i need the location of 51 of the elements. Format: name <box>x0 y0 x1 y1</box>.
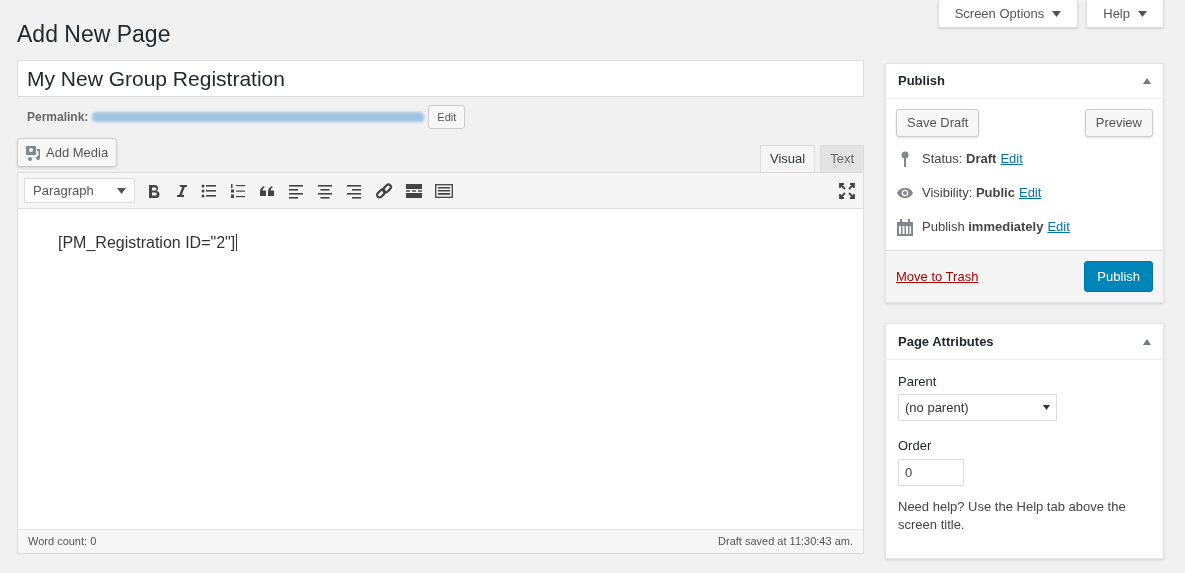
read-more-icon[interactable] <box>406 183 422 198</box>
edit-permalink-button[interactable]: Edit <box>428 105 466 129</box>
meta-text: Publish immediately <box>922 218 1044 237</box>
publish-button[interactable]: Publish <box>1084 261 1153 292</box>
word-count: Word count: 0 <box>28 534 97 550</box>
caret-icon <box>1138 10 1147 17</box>
editor-tab[interactable]: Visual <box>759 145 816 173</box>
help-tab[interactable]: Help <box>1086 0 1164 28</box>
panel-title: Page Attributes <box>898 332 994 351</box>
media-icon <box>26 144 42 161</box>
shortcode-text[interactable]: [PM_Registration ID="2"] <box>58 234 238 251</box>
caret-icon <box>1043 405 1050 410</box>
edit-link[interactable]: Edit <box>1000 149 1023 169</box>
autosave-status: Draft saved at 11:30:43 am. <box>718 534 853 550</box>
move-to-trash-link[interactable]: Move to Trash <box>896 266 979 287</box>
save-draft-button[interactable]: Save Draft <box>896 109 980 137</box>
caret-icon <box>1052 10 1062 17</box>
title-field[interactable]: My New Group Registration <box>17 60 864 97</box>
collapse-icon[interactable] <box>1143 78 1151 84</box>
page-heading: Add New Page <box>17 20 171 48</box>
link-icon[interactable] <box>375 181 393 200</box>
fullscreen-icon[interactable] <box>839 182 855 199</box>
screen-options-tab[interactable]: Screen Options <box>937 0 1079 28</box>
align-center-icon[interactable] <box>317 182 333 199</box>
toolbar-toggle-icon[interactable] <box>435 183 453 198</box>
format-select[interactable]: Paragraph <box>24 178 135 203</box>
collapse-icon[interactable] <box>1143 338 1151 345</box>
calendar-icon <box>897 218 913 236</box>
align-left-icon[interactable] <box>288 182 304 199</box>
italic-icon[interactable] <box>174 182 188 199</box>
parent-select[interactable]: (no parent) <box>898 394 1057 421</box>
edit-link[interactable]: Edit <box>1047 217 1070 237</box>
caret-icon <box>117 187 126 194</box>
meta-text: Status: Draft <box>922 150 997 169</box>
help-text: Need help? Use the Help tab above the screen title. <box>898 498 1127 534</box>
order-field[interactable]: 0 <box>898 459 964 486</box>
order-label: Order <box>898 437 933 454</box>
add-media-button[interactable]: Add Media <box>17 138 118 167</box>
numbered-list-icon[interactable] <box>230 182 246 199</box>
parent-label: Parent <box>898 373 938 390</box>
pin-icon <box>900 151 910 167</box>
eye-icon <box>896 187 914 199</box>
bullet-list-icon[interactable] <box>201 182 217 199</box>
editor-tab[interactable]: Text <box>820 145 864 173</box>
align-right-icon[interactable] <box>346 182 362 199</box>
bold-icon[interactable] <box>147 182 161 199</box>
edit-link[interactable]: Edit <box>1018 183 1042 203</box>
panel-title: Publish <box>898 72 945 91</box>
permalink-label: Permalink: <box>27 109 89 126</box>
preview-button[interactable]: Preview <box>1084 109 1153 137</box>
meta-text: Visibility: Public <box>922 184 1015 203</box>
